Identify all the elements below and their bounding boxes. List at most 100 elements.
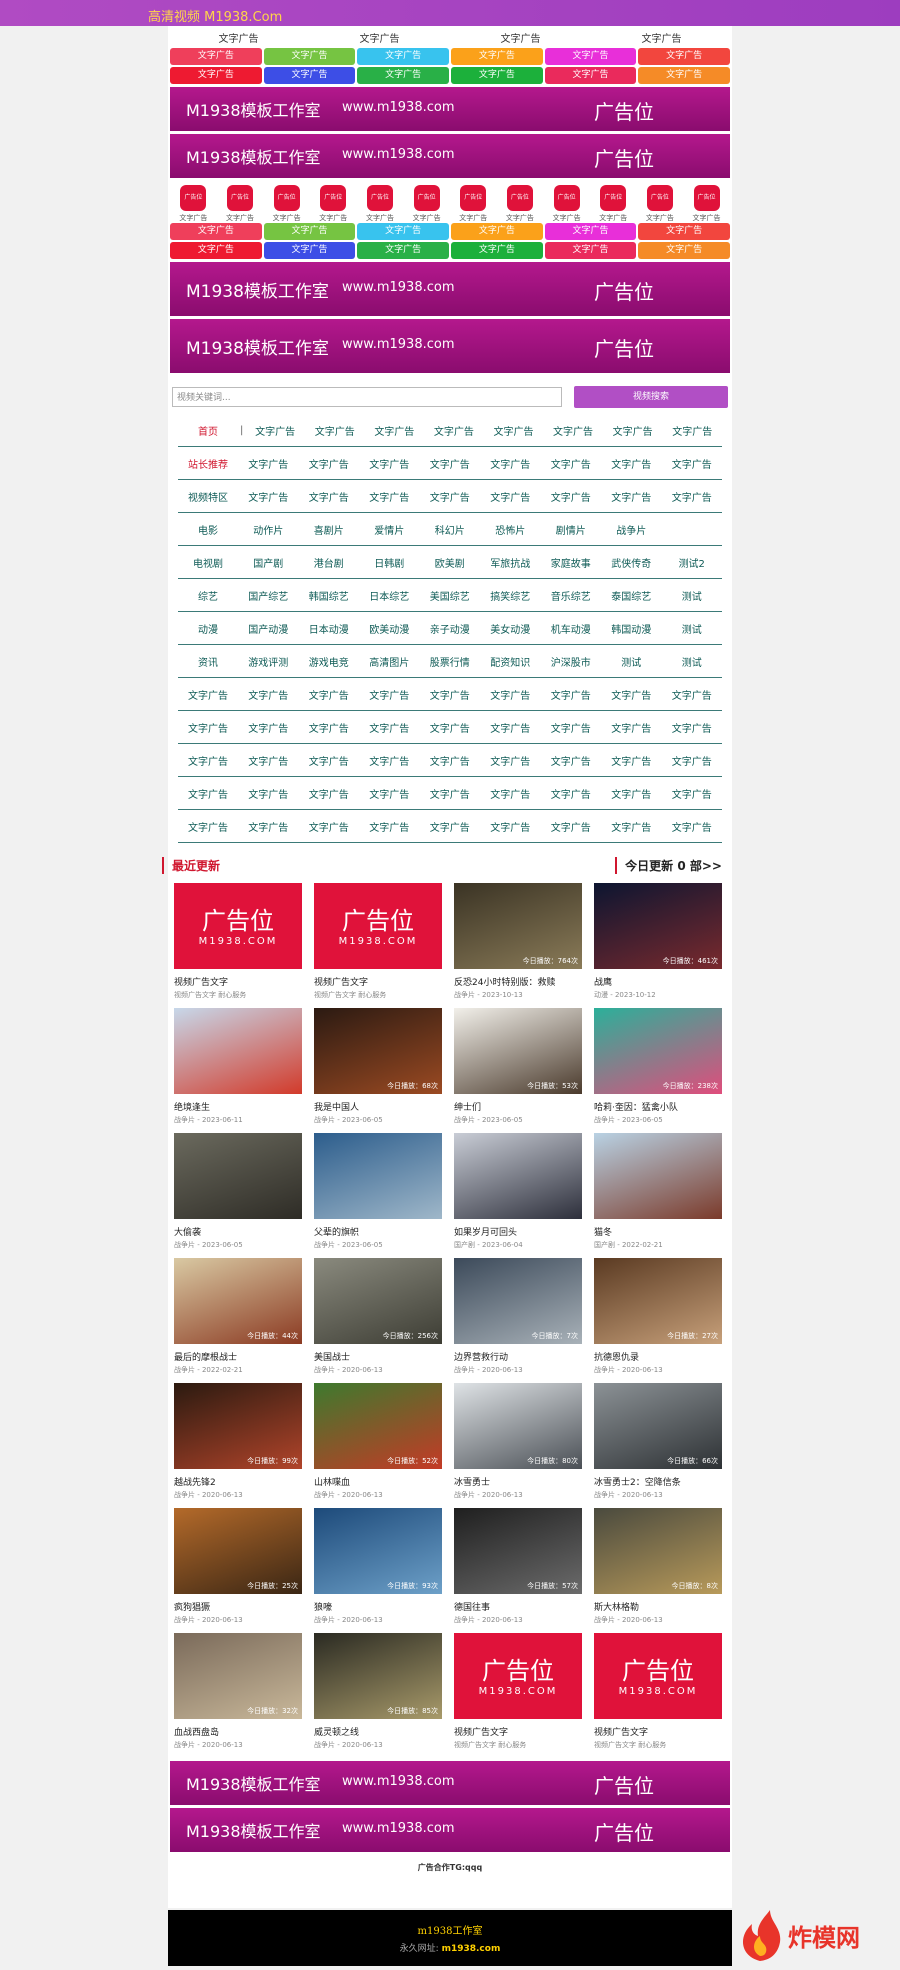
nav-link[interactable]: 文字广告 bbox=[480, 753, 541, 768]
nav-category-label[interactable]: 首页 bbox=[178, 423, 238, 438]
site-brand[interactable]: 高清视频 M1938.Com bbox=[148, 6, 282, 25]
color-ad-button[interactable]: 文字广告 bbox=[357, 67, 449, 84]
nav-link[interactable]: 文字广告 bbox=[601, 819, 662, 834]
color-ad-button[interactable]: 文字广告 bbox=[638, 242, 730, 259]
nav-link[interactable]: 文字广告 bbox=[601, 753, 662, 768]
video-title[interactable]: 战鹰 bbox=[594, 975, 722, 988]
nav-link[interactable]: 文字广告 bbox=[299, 786, 360, 801]
color-ad-button[interactable]: 文字广告 bbox=[357, 242, 449, 259]
video-card[interactable]: 广告位 M1938.COM 视频广告文字 视频广告文字 耐心服务 bbox=[594, 1633, 722, 1758]
nav-link[interactable]: 文字广告 bbox=[662, 753, 723, 768]
text-ad-link[interactable]: 文字广告 bbox=[591, 30, 732, 45]
icon-ad[interactable]: 广告位 文字广告 bbox=[405, 185, 449, 223]
color-ad-button[interactable]: 文字广告 bbox=[544, 48, 637, 65]
nav-link[interactable]: 文字广告 bbox=[420, 819, 481, 834]
nav-link[interactable]: 文字广告 bbox=[601, 720, 662, 735]
video-title[interactable]: 狼嚎 bbox=[314, 1600, 442, 1613]
nav-link[interactable]: 文字广告 bbox=[359, 819, 420, 834]
nav-link[interactable]: 文字广告 bbox=[541, 819, 602, 834]
video-title[interactable]: 我是中国人 bbox=[314, 1100, 442, 1113]
nav-link[interactable]: 文字广告 bbox=[601, 489, 662, 504]
video-title[interactable]: 冰雪勇士 bbox=[454, 1475, 582, 1488]
nav-link[interactable]: 文字广告 bbox=[541, 786, 602, 801]
nav-link[interactable]: 测试 bbox=[601, 654, 662, 669]
nav-category-label[interactable]: 文字广告 bbox=[178, 687, 238, 702]
video-poster[interactable] bbox=[594, 1133, 722, 1219]
video-card[interactable]: 今日播放：99次 越战先锋2 战争片 - 2020-06-13 bbox=[174, 1383, 302, 1508]
nav-link[interactable]: 文字广告 bbox=[299, 819, 360, 834]
video-title[interactable]: 父辈的旗帜 bbox=[314, 1225, 442, 1238]
nav-link[interactable]: 文字广告 bbox=[420, 687, 481, 702]
nav-link[interactable]: 文字广告 bbox=[662, 786, 723, 801]
nav-link[interactable]: 文字广告 bbox=[424, 423, 484, 438]
nav-link[interactable]: 文字广告 bbox=[299, 489, 360, 504]
icon-ad[interactable]: 广告位 文字广告 bbox=[545, 185, 589, 223]
nav-link[interactable]: 亲子动漫 bbox=[420, 621, 481, 636]
video-poster[interactable]: 今日播放：85次 bbox=[314, 1633, 442, 1719]
nav-link[interactable]: 文字广告 bbox=[541, 720, 602, 735]
video-title[interactable]: 绅士们 bbox=[454, 1100, 582, 1113]
color-ad-button[interactable]: 文字广告 bbox=[544, 242, 637, 259]
video-title[interactable]: 美国战士 bbox=[314, 1350, 442, 1363]
nav-link[interactable]: 文字广告 bbox=[359, 489, 420, 504]
video-title[interactable]: 视频广告文字 bbox=[314, 975, 442, 988]
nav-link[interactable]: 文字广告 bbox=[238, 687, 299, 702]
nav-link[interactable]: 文字广告 bbox=[662, 720, 723, 735]
nav-link[interactable]: 测试2 bbox=[662, 555, 723, 570]
nav-link[interactable]: 国产动漫 bbox=[238, 621, 299, 636]
video-title[interactable]: 威灵顿之线 bbox=[314, 1725, 442, 1738]
video-poster[interactable] bbox=[314, 1133, 442, 1219]
color-ad-button[interactable]: 文字广告 bbox=[638, 67, 730, 84]
video-poster[interactable]: 今日播放：66次 bbox=[594, 1383, 722, 1469]
color-ad-button[interactable]: 文字广告 bbox=[450, 67, 543, 84]
nav-link[interactable]: 文字广告 bbox=[359, 786, 420, 801]
color-ad-button[interactable]: 文字广告 bbox=[544, 223, 637, 240]
color-ad-button[interactable]: 文字广告 bbox=[638, 223, 730, 240]
color-ad-button[interactable]: 文字广告 bbox=[263, 242, 356, 259]
video-card[interactable]: 今日播放：52次 山林喋血 战争片 - 2020-06-13 bbox=[314, 1383, 442, 1508]
video-title[interactable]: 猫冬 bbox=[594, 1225, 722, 1238]
video-title[interactable]: 视频广告文字 bbox=[454, 1725, 582, 1738]
video-poster[interactable]: 今日播放：99次 bbox=[174, 1383, 302, 1469]
video-poster[interactable]: 今日播放：32次 bbox=[174, 1633, 302, 1719]
video-poster[interactable]: 今日播放：53次 bbox=[454, 1008, 582, 1094]
nav-category-label[interactable]: 动漫 bbox=[178, 621, 238, 636]
nav-link[interactable]: 文字广告 bbox=[420, 456, 481, 471]
color-ad-button[interactable]: 文字广告 bbox=[170, 223, 262, 240]
video-card[interactable]: 绝境逢生 战争片 - 2023-06-11 bbox=[174, 1008, 302, 1133]
icon-ad[interactable]: 广告位 文字广告 bbox=[358, 185, 402, 223]
video-card[interactable]: 今日播放：80次 冰雪勇士 战争片 - 2020-06-13 bbox=[454, 1383, 582, 1508]
nav-link[interactable]: 文字广告 bbox=[601, 456, 662, 471]
text-ad-link[interactable]: 文字广告 bbox=[168, 30, 309, 45]
nav-link[interactable]: 科幻片 bbox=[420, 522, 481, 537]
text-ad-link[interactable]: 文字广告 bbox=[309, 30, 450, 45]
nav-link[interactable] bbox=[662, 522, 723, 537]
video-poster[interactable]: 今日播放：238次 bbox=[594, 1008, 722, 1094]
nav-link[interactable]: 测试 bbox=[662, 588, 723, 603]
nav-link[interactable]: 文字广告 bbox=[480, 456, 541, 471]
video-card[interactable]: 今日播放：7次 边界营救行动 战争片 - 2020-06-13 bbox=[454, 1258, 582, 1383]
nav-category-label[interactable]: 文字广告 bbox=[178, 720, 238, 735]
nav-link[interactable]: 泰国综艺 bbox=[601, 588, 662, 603]
video-card[interactable]: 今日播放：461次 战鹰 动漫 - 2023-10-12 bbox=[594, 883, 722, 1008]
video-card[interactable]: 今日播放：256次 美国战士 战争片 - 2020-06-13 bbox=[314, 1258, 442, 1383]
nav-link[interactable]: 文字广告 bbox=[238, 720, 299, 735]
video-card[interactable]: 大偷袭 战争片 - 2023-06-05 bbox=[174, 1133, 302, 1258]
nav-link[interactable]: 武侠传奇 bbox=[601, 555, 662, 570]
video-card[interactable]: 今日播放：85次 威灵顿之线 战争片 - 2020-06-13 bbox=[314, 1633, 442, 1758]
video-card[interactable]: 今日播放：27次 抗德恩仇录 战争片 - 2020-06-13 bbox=[594, 1258, 722, 1383]
color-ad-button[interactable]: 文字广告 bbox=[263, 48, 356, 65]
video-title[interactable]: 视频广告文字 bbox=[594, 1725, 722, 1738]
nav-link[interactable]: 文字广告 bbox=[245, 423, 305, 438]
nav-link[interactable]: 文字广告 bbox=[601, 687, 662, 702]
nav-category-label[interactable]: 站长推荐 bbox=[178, 456, 238, 471]
video-poster[interactable] bbox=[174, 1008, 302, 1094]
text-ad-link[interactable]: 文字广告 bbox=[450, 30, 591, 45]
video-card[interactable]: 今日播放：68次 我是中国人 战争片 - 2023-06-05 bbox=[314, 1008, 442, 1133]
video-title[interactable]: 冰雪勇士2：空降信条 bbox=[594, 1475, 722, 1488]
search-button[interactable]: 视频搜索 bbox=[574, 386, 728, 408]
video-poster[interactable]: 今日播放：256次 bbox=[314, 1258, 442, 1344]
nav-link[interactable]: 文字广告 bbox=[238, 456, 299, 471]
nav-link[interactable]: 文字广告 bbox=[299, 687, 360, 702]
nav-link[interactable]: 恐怖片 bbox=[480, 522, 541, 537]
